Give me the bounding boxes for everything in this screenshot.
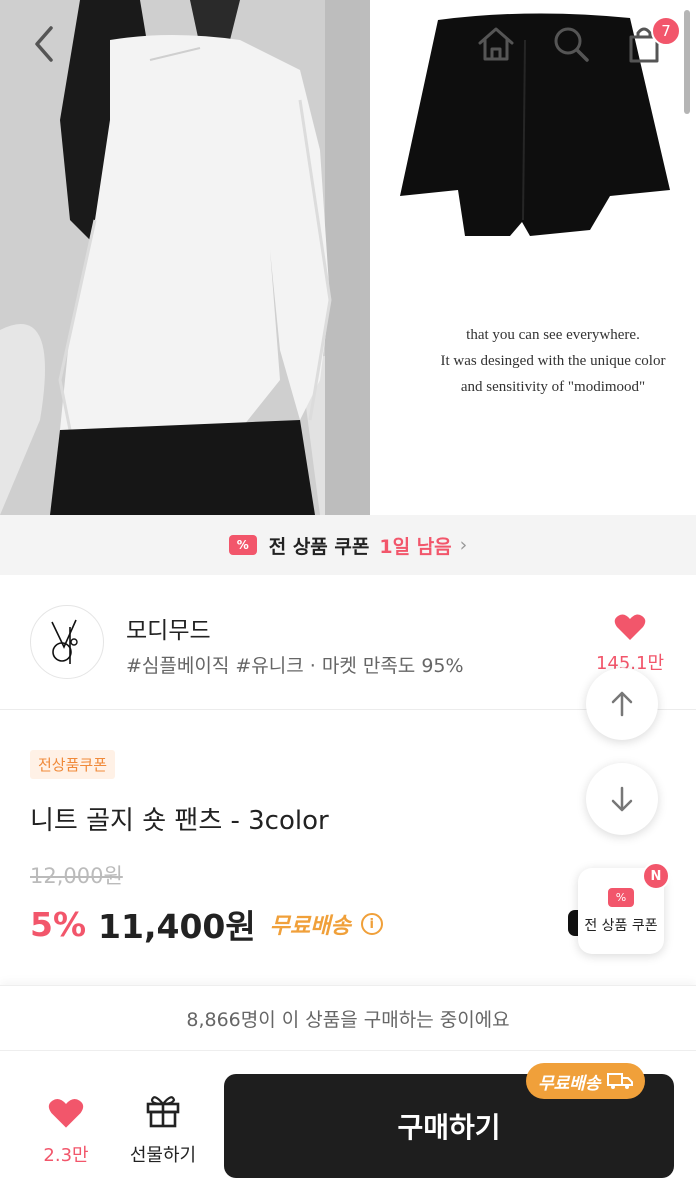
buyers-count-text: 8,866명이 이 상품을 구매하는 중이에요 (0, 985, 696, 1051)
caption-line: that you can see everywhere. (466, 327, 640, 343)
back-button[interactable] (18, 18, 70, 70)
gift-button[interactable]: 선물하기 (118, 1091, 208, 1167)
floating-coupon-label: 전 상품 쿠폰 (584, 917, 658, 934)
info-icon[interactable]: i (360, 913, 383, 935)
shop-like-button[interactable]: 145.1만 (594, 613, 666, 675)
truck-icon (606, 1073, 633, 1089)
search-icon (554, 27, 589, 62)
coupon-remaining-text: 1일 남음 (379, 535, 452, 558)
sale-price: 11,400원 (98, 907, 256, 946)
coupon-ticket-icon: % (608, 887, 634, 907)
free-shipping-label: 무료배송 (269, 914, 351, 939)
heart-icon (614, 614, 646, 640)
free-shipping-pill: 무료배송 (526, 1063, 645, 1099)
shop-logo-mark-icon (51, 619, 78, 664)
bottom-action-bar: 2.3만 선물하기 구매하기 무료배송 (0, 1051, 696, 1200)
shop-logo[interactable] (30, 605, 104, 679)
shop-name[interactable]: 모디무드 (126, 611, 211, 645)
new-badge: N (642, 862, 670, 890)
gift-label: 선물하기 (129, 1145, 197, 1166)
free-shipping-pill-label: 무료배송 (538, 1073, 601, 1094)
search-button[interactable] (545, 18, 597, 70)
scrollbar[interactable] (684, 10, 690, 114)
cart-count-badge: 7 (651, 16, 681, 46)
coupon-ticket-icon: % (228, 535, 257, 555)
arrow-up-icon (611, 691, 633, 717)
product-title: 니트 골지 숏 팬츠 - 3color (30, 806, 329, 836)
discount-rate: 5% (30, 904, 87, 944)
shop-tags: #심플베이직 #유니크 · 마켓 만족도 95% (126, 655, 464, 677)
original-price: 12,000원 (30, 864, 123, 888)
like-button[interactable]: 2.3만 (28, 1097, 104, 1167)
chevron-left-icon (35, 26, 53, 62)
arrow-down-icon (611, 786, 633, 812)
home-icon (478, 27, 514, 61)
scroll-down-button[interactable] (586, 763, 658, 835)
coupon-banner[interactable]: % 전 상품 쿠폰 1일 남음 › (0, 515, 696, 575)
caption-line: It was desinged with the unique color (440, 353, 666, 369)
scroll-up-button[interactable] (586, 668, 658, 740)
product-photo-caption: that you can see everywhere. It was desi… (370, 322, 696, 400)
caption-line: and sensitivity of "modimood" (460, 379, 646, 395)
home-button[interactable] (470, 18, 522, 70)
heart-icon (48, 1098, 84, 1128)
like-count: 2.3만 (43, 1145, 89, 1166)
top-nav-bar: 7 (0, 0, 696, 90)
coupon-banner-label: 전 상품 쿠폰 (268, 535, 370, 558)
gift-icon (146, 1096, 180, 1128)
coupon-badge: 전상품쿠폰 (30, 750, 116, 779)
price-line: 5% 11,400원 무료배송 i (30, 900, 383, 948)
chevron-right-icon: › (459, 534, 468, 556)
